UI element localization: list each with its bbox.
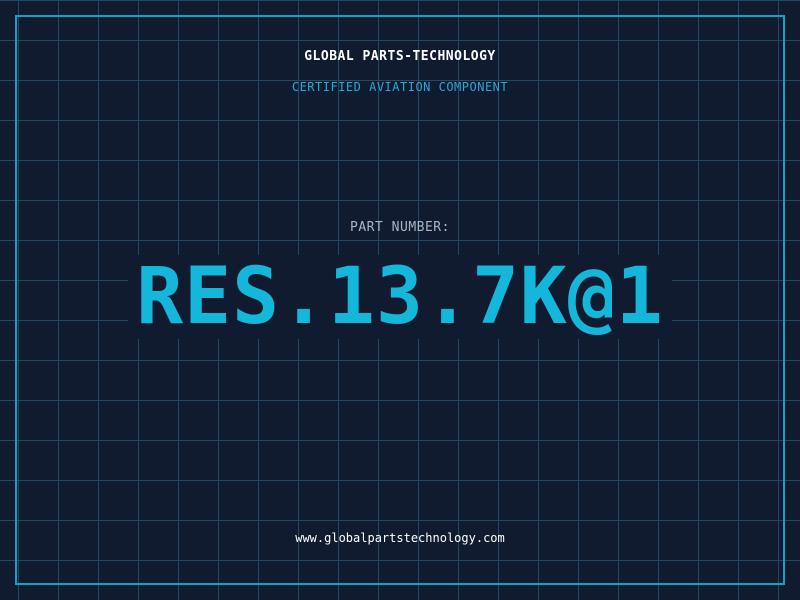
part-number-container: RES.13.7K@1 <box>0 255 800 339</box>
part-number-label: PART NUMBER: <box>350 220 450 235</box>
company-name: GLOBAL PARTS-TECHNOLOGY <box>304 49 496 64</box>
certification-tagline: CERTIFIED AVIATION COMPONENT <box>291 80 509 94</box>
part-number-value: RES.13.7K@1 <box>128 255 672 339</box>
website-url: www.globalpartstechnology.com <box>295 531 505 545</box>
